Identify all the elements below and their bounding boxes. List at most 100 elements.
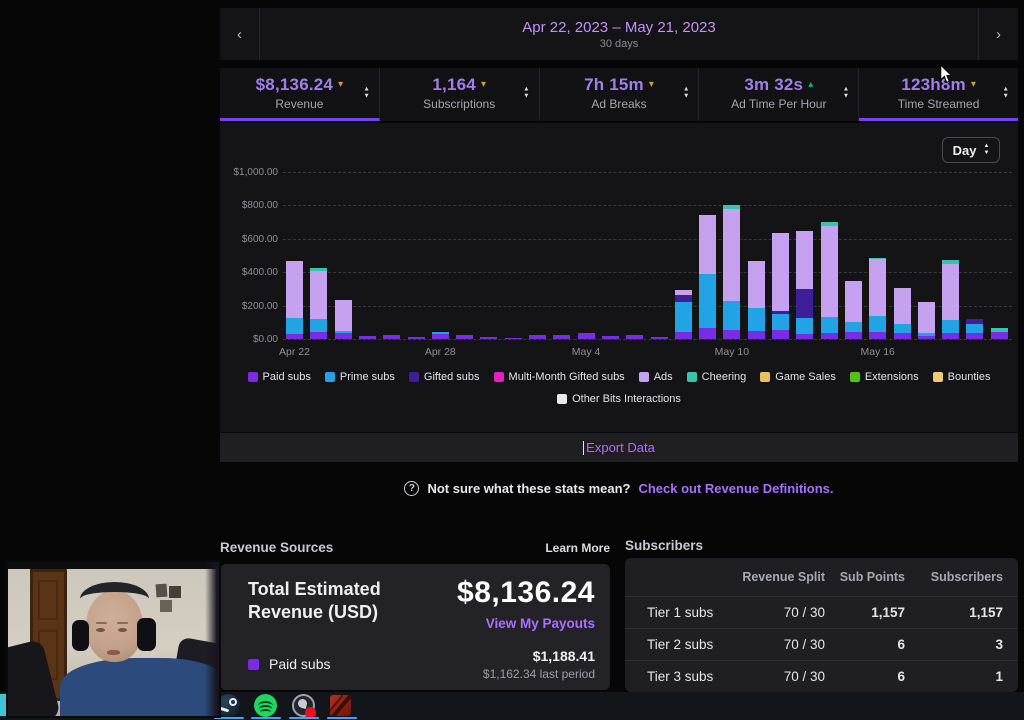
bar-segment-prime-subs[interactable] <box>772 314 789 330</box>
bar-segment-cheering[interactable] <box>310 268 327 271</box>
bar-segment-prime-subs[interactable] <box>966 324 983 333</box>
bar-segment-paid-subs[interactable] <box>675 332 692 339</box>
bar-segment-prime-subs[interactable] <box>748 308 765 330</box>
bar-segment-prime-subs[interactable] <box>310 319 327 332</box>
prime-subs-swatch-icon <box>325 372 335 382</box>
date-duration-text: 30 days <box>600 38 639 50</box>
bar-segment-paid-subs[interactable] <box>432 334 449 339</box>
bar-segment-paid-subs[interactable] <box>918 336 935 339</box>
bar-segment-prime-subs[interactable] <box>918 333 935 335</box>
sort-arrows-icon[interactable]: ▲▼ <box>843 87 849 100</box>
bar-segment-paid-subs[interactable] <box>578 333 595 339</box>
tab-ad-time-per-hour[interactable]: 3m 32s▴Ad Time Per Hour▲▼ <box>699 68 859 121</box>
bar-segment-cheering[interactable] <box>942 260 959 263</box>
view-my-payouts-link[interactable]: View My Payouts <box>486 616 595 631</box>
spotify-icon[interactable] <box>254 694 277 717</box>
bar-segment-paid-subs[interactable] <box>796 334 813 339</box>
dota2-icon[interactable] <box>330 694 353 717</box>
bar-segment-paid-subs[interactable] <box>359 336 376 339</box>
bar-segment-paid-subs[interactable] <box>408 337 425 339</box>
bar-segment-prime-subs[interactable] <box>286 318 303 334</box>
bar-segment-paid-subs[interactable] <box>626 335 643 339</box>
bar-segment-ads[interactable] <box>310 271 327 319</box>
bar-segment-paid-subs[interactable] <box>602 336 619 339</box>
bar-segment-prime-subs[interactable] <box>845 322 862 332</box>
bar-segment-prime-subs[interactable] <box>699 274 716 329</box>
y-axis-tick: $800.00 <box>220 200 278 211</box>
bar-segment-prime-subs[interactable] <box>942 320 959 333</box>
bar-segment-paid-subs[interactable] <box>966 333 983 339</box>
bar-segment-prime-subs[interactable] <box>675 302 692 332</box>
bar-segment-paid-subs[interactable] <box>505 338 522 339</box>
bar-segment-ads[interactable] <box>699 215 716 274</box>
sort-arrows-icon[interactable]: ▲▼ <box>1003 87 1009 100</box>
steam-icon[interactable] <box>217 694 240 717</box>
bar-segment-ads[interactable] <box>335 300 352 331</box>
bar-segment-paid-subs[interactable] <box>772 330 789 339</box>
prev-period-button[interactable]: ‹ <box>220 8 260 60</box>
bar-segment-prime-subs[interactable] <box>869 316 886 333</box>
export-data-button[interactable]: Export Data <box>220 432 1018 462</box>
bar-segment-paid-subs[interactable] <box>723 330 740 339</box>
bar-segment-paid-subs[interactable] <box>286 334 303 339</box>
sort-arrows-icon[interactable]: ▲▼ <box>523 87 529 100</box>
obs-recording-icon[interactable] <box>292 694 315 717</box>
bar-segment-ads[interactable] <box>869 259 886 316</box>
bar-segment-cheering[interactable] <box>723 205 740 209</box>
tab-revenue[interactable]: $8,136.24▾Revenue▲▼ <box>220 68 380 121</box>
sort-arrows-icon[interactable]: ▲▼ <box>363 87 369 100</box>
bar-segment-ads[interactable] <box>894 288 911 324</box>
tab-ad-breaks[interactable]: 7h 15m▾Ad Breaks▲▼ <box>540 68 700 121</box>
bar-segment-paid-subs[interactable] <box>748 331 765 339</box>
bar-segment-cheering[interactable] <box>991 328 1008 332</box>
bar-segment-prime-subs[interactable] <box>894 324 911 333</box>
bar-segment-prime-subs[interactable] <box>335 331 352 333</box>
sort-arrows-icon[interactable]: ▲▼ <box>683 87 689 100</box>
bar-segment-paid-subs[interactable] <box>553 335 570 339</box>
y-axis-tick: $1,000.00 <box>220 167 278 178</box>
legend-label: Game Sales <box>775 371 836 383</box>
bar-segment-paid-subs[interactable] <box>869 332 886 339</box>
bar-segment-paid-subs[interactable] <box>456 335 473 339</box>
bar-segment-ads[interactable] <box>748 261 765 308</box>
bar-segment-ads[interactable] <box>845 281 862 322</box>
bar-segment-paid-subs[interactable] <box>699 328 716 339</box>
bar-segment-cheering[interactable] <box>869 258 886 259</box>
bar-segment-ads[interactable] <box>772 233 789 310</box>
bar-segment-prime-subs[interactable] <box>723 301 740 330</box>
bar-segment-ads[interactable] <box>675 290 692 295</box>
bar-segment-paid-subs[interactable] <box>310 332 327 339</box>
tab-subscriptions[interactable]: 1,164▾Subscriptions▲▼ <box>380 68 540 121</box>
bar-segment-paid-subs[interactable] <box>480 337 497 339</box>
bar-segment-paid-subs[interactable] <box>942 333 959 339</box>
bar-segment-paid-subs[interactable] <box>845 332 862 339</box>
bar-segment-gifted-subs[interactable] <box>796 289 813 318</box>
bar-segment-ads[interactable] <box>796 231 813 289</box>
bar-segment-paid-subs[interactable] <box>821 333 838 339</box>
bar-segment-gifted-subs[interactable] <box>966 319 983 324</box>
bar-segment-prime-subs[interactable] <box>432 332 449 334</box>
learn-more-link[interactable]: Learn More <box>545 541 610 555</box>
bar-segment-paid-subs[interactable] <box>651 337 668 339</box>
bar-segment-paid-subs[interactable] <box>335 333 352 339</box>
column-header-sub-points: Sub Points <box>825 570 905 584</box>
bar-segment-ads[interactable] <box>942 264 959 320</box>
bar-segment-paid-subs[interactable] <box>991 332 1008 339</box>
bar-segment-paid-subs[interactable] <box>383 335 400 339</box>
bar-segment-prime-subs[interactable] <box>821 317 838 334</box>
next-period-button[interactable]: › <box>978 8 1018 60</box>
bar-segment-ads[interactable] <box>286 261 303 319</box>
bar-segment-ads[interactable] <box>821 226 838 317</box>
bar-segment-cheering[interactable] <box>821 222 838 226</box>
bar-segment-paid-subs[interactable] <box>894 333 911 339</box>
bar-segment-gifted-subs[interactable] <box>675 295 692 302</box>
bar-segment-ads[interactable] <box>723 209 740 301</box>
bar-segment-prime-subs[interactable] <box>796 318 813 334</box>
bar-segment-ads[interactable] <box>918 302 935 333</box>
stat-value: 123h8m <box>901 75 966 95</box>
bar-segment-paid-subs[interactable] <box>529 335 546 339</box>
bar-segment-gifted-subs[interactable] <box>772 311 789 315</box>
revenue-definitions-link[interactable]: Check out Revenue Definitions. <box>638 481 833 496</box>
x-axis-tick: Apr 22 <box>273 346 317 358</box>
interval-dropdown[interactable]: Day ▲▼ <box>942 137 1000 163</box>
